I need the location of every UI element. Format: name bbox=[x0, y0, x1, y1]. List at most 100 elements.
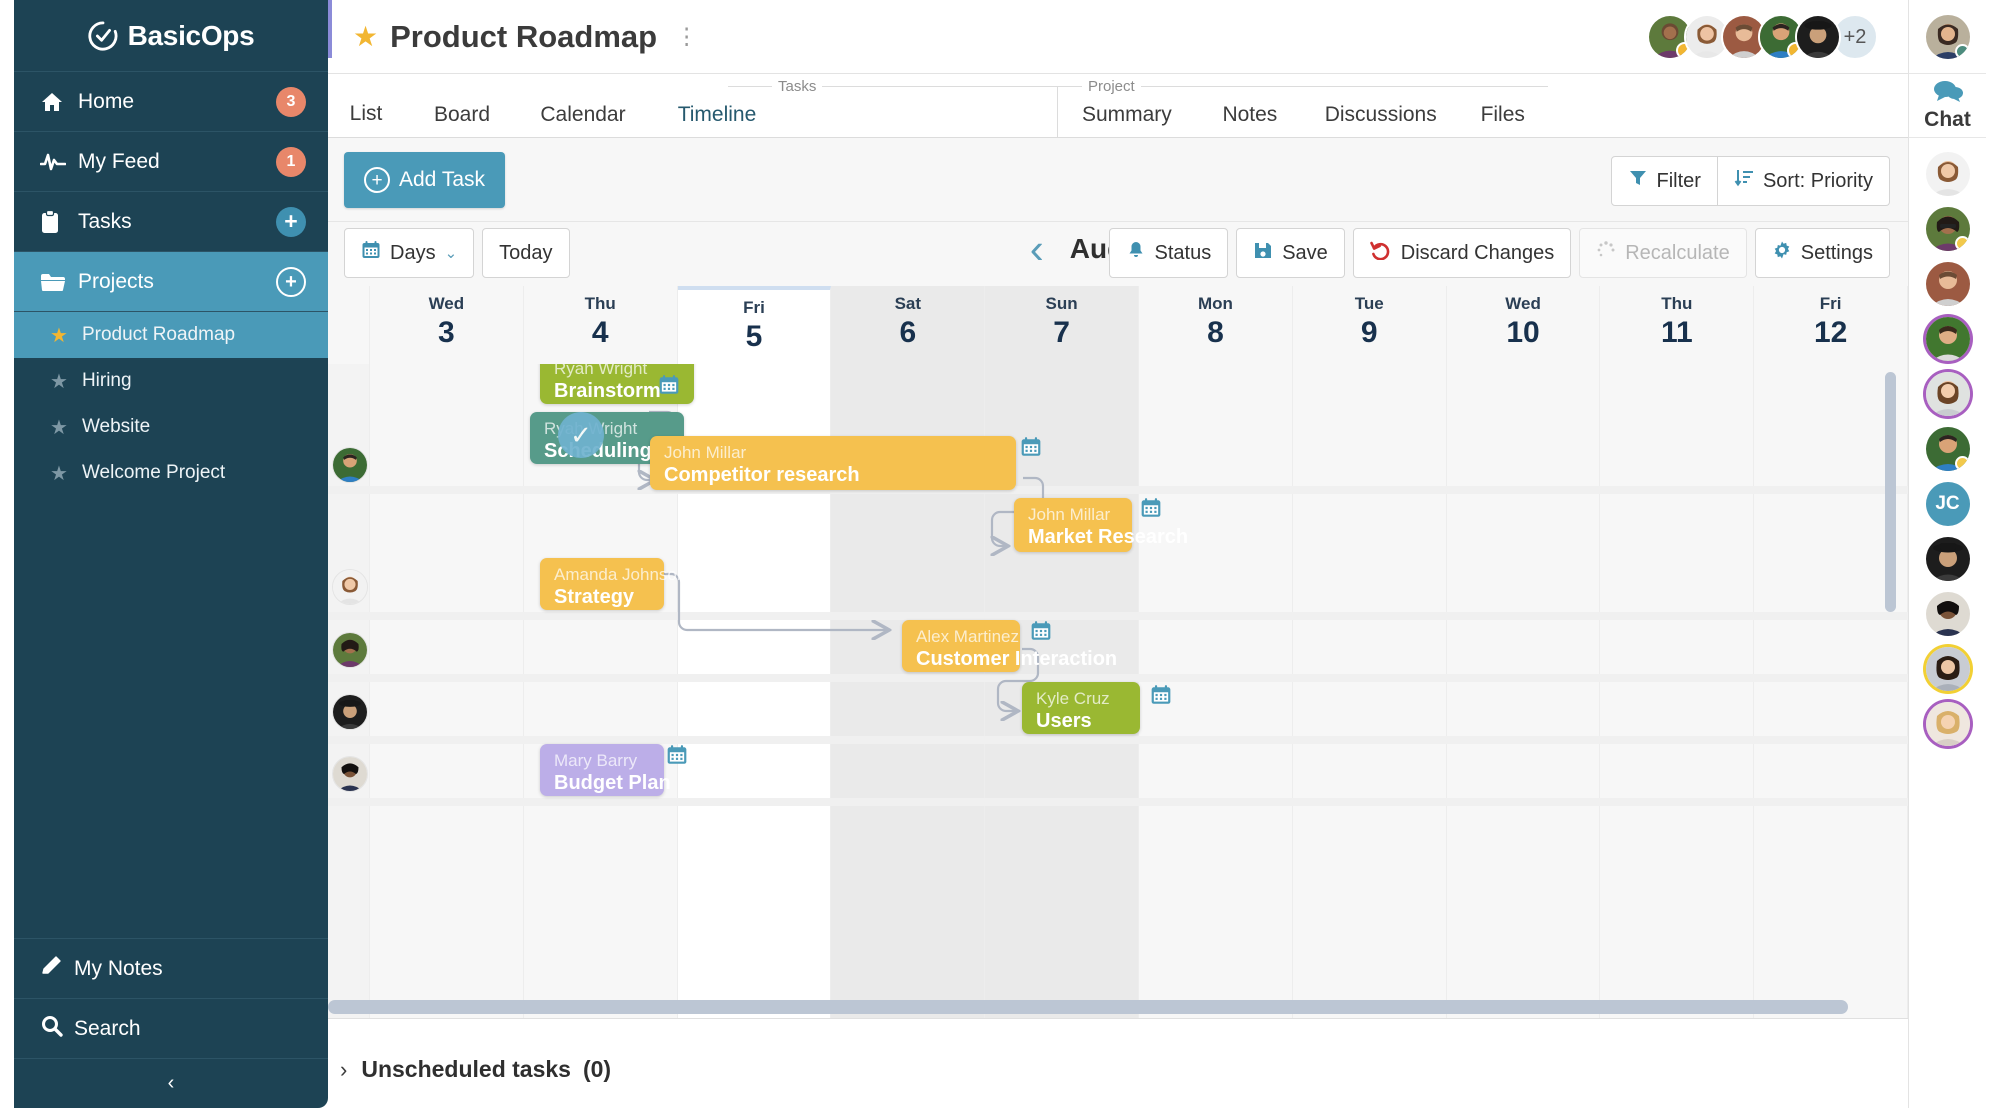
date-column-header[interactable]: Thu 11 bbox=[1600, 286, 1755, 364]
tab-label: Summary bbox=[1081, 103, 1172, 126]
calendar-icon[interactable] bbox=[1150, 684, 1172, 712]
date-column-header[interactable]: Sun 7 bbox=[985, 286, 1140, 364]
row-separator bbox=[328, 736, 1908, 744]
sidebar-project-hiring[interactable]: ★ Hiring bbox=[14, 358, 328, 404]
rail-avatar[interactable] bbox=[1925, 427, 1970, 471]
vertical-scrollbar[interactable] bbox=[1885, 372, 1896, 612]
sidebar-item-my-feed[interactable]: My Feed 1 bbox=[14, 132, 328, 192]
grid-column bbox=[1292, 364, 1447, 1018]
tab-summary[interactable]: Summary bbox=[1058, 87, 1196, 143]
rail-avatar[interactable] bbox=[1925, 647, 1970, 691]
add-task-button[interactable]: + bbox=[276, 206, 306, 237]
star-icon: ★ bbox=[50, 324, 68, 347]
task-bar-market-research[interactable]: John Millar Market Research bbox=[1014, 498, 1188, 552]
rail-avatar[interactable] bbox=[1925, 372, 1970, 416]
sidebar-project-product-roadmap[interactable]: ★ Product Roadmap bbox=[14, 312, 328, 358]
discard-changes-button[interactable]: Discard Changes bbox=[1352, 228, 1572, 278]
task-bar-budget-plan[interactable]: Mary Barry Budget Plan bbox=[540, 744, 671, 796]
tab-calendar[interactable]: Calendar bbox=[516, 87, 650, 143]
day-number: 11 bbox=[1661, 316, 1693, 349]
tab-label: Discussions bbox=[1324, 103, 1437, 126]
recalculate-button: Recalculate bbox=[1579, 228, 1747, 278]
timeline-actions: Status Save Discard Changes Recalculate … bbox=[1108, 228, 1890, 278]
date-column-header[interactable]: Tue 9 bbox=[1292, 286, 1447, 364]
rail-avatar[interactable] bbox=[1925, 592, 1970, 636]
unscheduled-tasks-section[interactable]: › Unscheduled tasks (0) bbox=[328, 1018, 1908, 1120]
today-button[interactable]: Today bbox=[482, 228, 570, 278]
save-button[interactable]: Save bbox=[1236, 228, 1345, 278]
filter-label: Filter bbox=[1656, 169, 1701, 192]
tab-files[interactable]: Files bbox=[1457, 87, 1548, 143]
calendar-icon[interactable] bbox=[1020, 436, 1042, 464]
tab-discussions[interactable]: Discussions bbox=[1304, 87, 1458, 143]
grid-column bbox=[1600, 364, 1755, 1018]
sidebar-item-projects[interactable]: Projects + bbox=[14, 252, 328, 312]
sidebar-item-label: Tasks bbox=[78, 209, 132, 233]
sidebar-project-website[interactable]: ★ Website bbox=[14, 404, 328, 450]
date-column-header-today[interactable]: Fri 5 bbox=[677, 286, 832, 364]
avatar[interactable] bbox=[1795, 14, 1841, 60]
horizontal-scrollbar[interactable] bbox=[328, 1000, 1848, 1014]
rail-avatar[interactable] bbox=[1925, 537, 1970, 581]
timeline-nav-left: Days ⌄ Today bbox=[344, 228, 570, 278]
date-column-header[interactable]: Sat 6 bbox=[831, 286, 986, 364]
chevron-right-icon[interactable]: › bbox=[340, 1057, 347, 1083]
sidebar-project-welcome-project[interactable]: ★ Welcome Project bbox=[14, 450, 328, 496]
calendar-icon bbox=[361, 240, 381, 266]
task-assignee: John Millar bbox=[664, 443, 747, 462]
calendar-icon[interactable] bbox=[1140, 497, 1162, 525]
date-column-header[interactable]: Thu 4 bbox=[523, 286, 678, 364]
filter-button[interactable]: Filter bbox=[1610, 156, 1718, 206]
settings-button[interactable]: Settings bbox=[1754, 228, 1890, 278]
gantt-chart[interactable]: Ryah Wright Brainstorm Ryah Wright Sched… bbox=[328, 364, 1908, 1018]
chat-button[interactable]: Chat bbox=[1909, 74, 1986, 138]
date-column-header[interactable]: Fri 12 bbox=[1754, 286, 1909, 364]
date-column-header[interactable]: Wed 10 bbox=[1446, 286, 1601, 364]
tab-list[interactable]: List bbox=[328, 86, 404, 142]
avatar[interactable] bbox=[332, 447, 368, 483]
task-bar-strategy[interactable]: Amanda Johnson Strategy bbox=[540, 558, 686, 610]
task-bar-customer-interaction[interactable]: Alex Martinez Customer Interaction bbox=[902, 620, 1117, 672]
star-icon[interactable]: ★ bbox=[353, 20, 378, 53]
task-assignee: Kyle Cruz bbox=[1036, 689, 1110, 708]
tab-timeline[interactable]: Timeline bbox=[650, 87, 784, 143]
rail-avatar[interactable] bbox=[1925, 317, 1970, 361]
calendar-icon[interactable] bbox=[666, 744, 688, 772]
brand-logo[interactable]: BasicOps bbox=[14, 0, 328, 72]
add-task-button[interactable]: + Add Task bbox=[344, 152, 505, 208]
kebab-menu-icon[interactable]: ⋮ bbox=[675, 23, 698, 50]
tab-notes[interactable]: Notes bbox=[1196, 87, 1304, 143]
status-button[interactable]: Status bbox=[1108, 228, 1229, 278]
task-bar-users[interactable]: Kyle Cruz Users bbox=[1022, 682, 1140, 734]
main-area: ★ Product Roadmap ⋮ +2 List Tasks Board … bbox=[328, 0, 1909, 1120]
task-bar-competitor-research[interactable]: John Millar Competitor research bbox=[650, 436, 1016, 490]
sidebar-item-search[interactable]: Search bbox=[14, 998, 328, 1058]
date-column-header[interactable]: Mon 8 bbox=[1139, 286, 1293, 364]
day-number: 6 bbox=[899, 316, 917, 349]
zoom-level-select[interactable]: Days ⌄ bbox=[344, 228, 475, 278]
calendar-icon[interactable] bbox=[658, 374, 680, 402]
rail-avatar[interactable] bbox=[1925, 262, 1970, 306]
toolbar-right-group: Filter Sort: Priority bbox=[1610, 156, 1890, 206]
sidebar-item-home[interactable]: Home 3 bbox=[14, 72, 328, 132]
sort-button[interactable]: Sort: Priority bbox=[1717, 156, 1890, 206]
rail-avatar[interactable] bbox=[1925, 207, 1970, 251]
rail-avatar[interactable] bbox=[1925, 702, 1970, 746]
sidebar: BasicOps Home 3 My Feed 1 Tasks + Projec… bbox=[14, 0, 328, 1108]
avatar[interactable] bbox=[332, 756, 368, 792]
prev-month-button[interactable]: ‹ bbox=[1030, 228, 1044, 270]
date-column-header[interactable]: Wed 3 bbox=[369, 286, 524, 364]
tab-board[interactable]: Board bbox=[408, 87, 516, 143]
current-user-avatar[interactable] bbox=[1925, 14, 1970, 59]
rail-avatar-initials[interactable]: JC bbox=[1925, 482, 1970, 526]
sidebar-item-my-notes[interactable]: My Notes bbox=[14, 938, 328, 998]
sidebar-item-label: Projects bbox=[78, 269, 154, 293]
add-project-button[interactable]: + bbox=[276, 266, 306, 297]
sidebar-item-tasks[interactable]: Tasks + bbox=[14, 192, 328, 252]
avatar[interactable] bbox=[332, 632, 368, 668]
calendar-icon[interactable] bbox=[1030, 620, 1052, 648]
rail-avatar[interactable] bbox=[1925, 152, 1970, 196]
avatar[interactable] bbox=[332, 694, 368, 730]
sidebar-collapse-button[interactable]: ‹ bbox=[14, 1058, 328, 1108]
avatar[interactable] bbox=[332, 569, 368, 605]
